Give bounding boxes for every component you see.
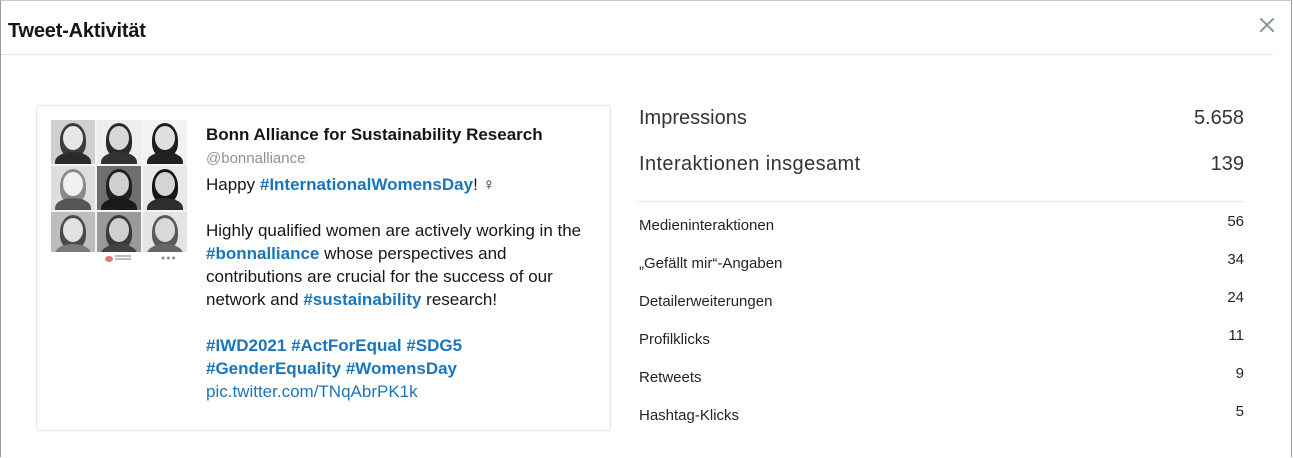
tweet-text: Happy #InternationalWomensDay! ♀ Highly … <box>206 173 601 403</box>
interactions-row: Interaktionen insgesamt 139 <box>638 145 1244 189</box>
hashtag-link[interactable]: #WomensDay <box>346 359 457 378</box>
breakdown-row: Hashtag-Klicks 5 <box>638 403 1244 441</box>
breakdown-row: Retweets 9 <box>638 365 1244 403</box>
tweet-author-name[interactable]: Bonn Alliance for Sustainability Researc… <box>206 125 543 145</box>
breakdown-row: Detailerweiterungen 24 <box>638 289 1244 327</box>
breakdown-value: 34 <box>1227 251 1244 268</box>
close-icon <box>1260 18 1274 32</box>
portrait-photo <box>51 120 95 164</box>
hashtag-link[interactable]: #sustainability <box>303 290 421 309</box>
portrait-photo <box>97 212 141 252</box>
breakdown-row: „Gefällt mir“-Angaben 34 <box>638 251 1244 289</box>
portrait-photo <box>97 120 141 164</box>
hashtag-link[interactable]: #bonnalliance <box>206 244 319 263</box>
portrait-photo <box>143 166 187 210</box>
breakdown-row: Profilklicks 11 <box>638 327 1244 365</box>
breakdown-label: Detailerweiterungen <box>639 293 773 310</box>
breakdown-row: Medieninteraktionen 56 <box>638 213 1244 251</box>
close-button[interactable] <box>1255 13 1279 37</box>
hashtag-link[interactable]: #SDG5 <box>406 336 462 355</box>
hashtag-link[interactable]: #IWD2021 <box>206 336 286 355</box>
portrait-photo <box>51 166 95 210</box>
impressions-row: Impressions 5.658 <box>638 101 1244 145</box>
impressions-label: Impressions <box>639 107 747 129</box>
portrait-photo <box>143 120 187 164</box>
logo-text-mark <box>115 255 131 257</box>
tweet-paragraph-3: #IWD2021 #ActForEqual #SDG5 #GenderEquali… <box>206 334 601 403</box>
modal-header: Tweet-Aktivität <box>1 1 1273 55</box>
tweet-line-1: Happy #InternationalWomensDay! ♀ <box>206 173 601 196</box>
portrait-photo <box>51 212 95 252</box>
impressions-value: 5.658 <box>1193 107 1244 129</box>
breakdown-value: 5 <box>1235 403 1244 420</box>
tweet-paragraph-2: Highly qualified women are actively work… <box>206 219 601 311</box>
portrait-photo <box>97 166 141 210</box>
hashtag-link[interactable]: #GenderEquality <box>206 359 341 378</box>
tweet-author-handle[interactable]: @bonnalliance <box>206 150 305 167</box>
breakdown-value: 11 <box>1228 327 1244 344</box>
bonn-alliance-logo <box>105 256 113 262</box>
breakdown-label: Medieninteraktionen <box>639 217 775 234</box>
hashtag-link[interactable]: #ActForEqual <box>291 336 402 355</box>
interactions-label: Interaktionen insgesamt <box>639 153 861 175</box>
tweet-media-image[interactable]: ●●● <box>51 120 187 264</box>
breakdown-label: Profilklicks <box>639 331 710 348</box>
hashtag-link[interactable]: #InternationalWomensDay <box>260 175 473 194</box>
text-segment: ! ♀ <box>473 175 496 194</box>
portrait-photo <box>143 212 187 252</box>
interactions-value: 139 <box>1210 153 1244 175</box>
breakdown-label: Retweets <box>639 369 702 386</box>
social-icons: ●●● <box>161 255 177 262</box>
text-segment: research! <box>421 290 498 309</box>
text-segment: Happy <box>206 175 260 194</box>
breakdown-label: Hashtag-Klicks <box>639 407 740 424</box>
modal-title: Tweet-Aktivität <box>8 20 146 42</box>
breakdown-label: „Gefällt mir“-Angaben <box>639 255 783 272</box>
text-segment: Highly qualified women are actively work… <box>206 221 582 240</box>
stats-summary: Impressions 5.658 Interaktionen insgesam… <box>638 101 1244 189</box>
tweet-card[interactable]: ●●● Bonn Alliance for Sustainability Res… <box>36 105 611 431</box>
tweet-activity-modal: Tweet-Aktivität ●●● Bonn Alliance for Su… <box>0 0 1292 457</box>
interaction-breakdown: Medieninteraktionen 56 „Gefällt mir“-Ang… <box>638 213 1244 441</box>
breakdown-value: 56 <box>1227 213 1244 230</box>
breakdown-value: 9 <box>1235 365 1244 382</box>
media-link[interactable]: pic.twitter.com/TNqAbrPK1k <box>206 382 418 401</box>
breakdown-value: 24 <box>1227 289 1244 306</box>
stats-divider <box>638 201 1244 202</box>
